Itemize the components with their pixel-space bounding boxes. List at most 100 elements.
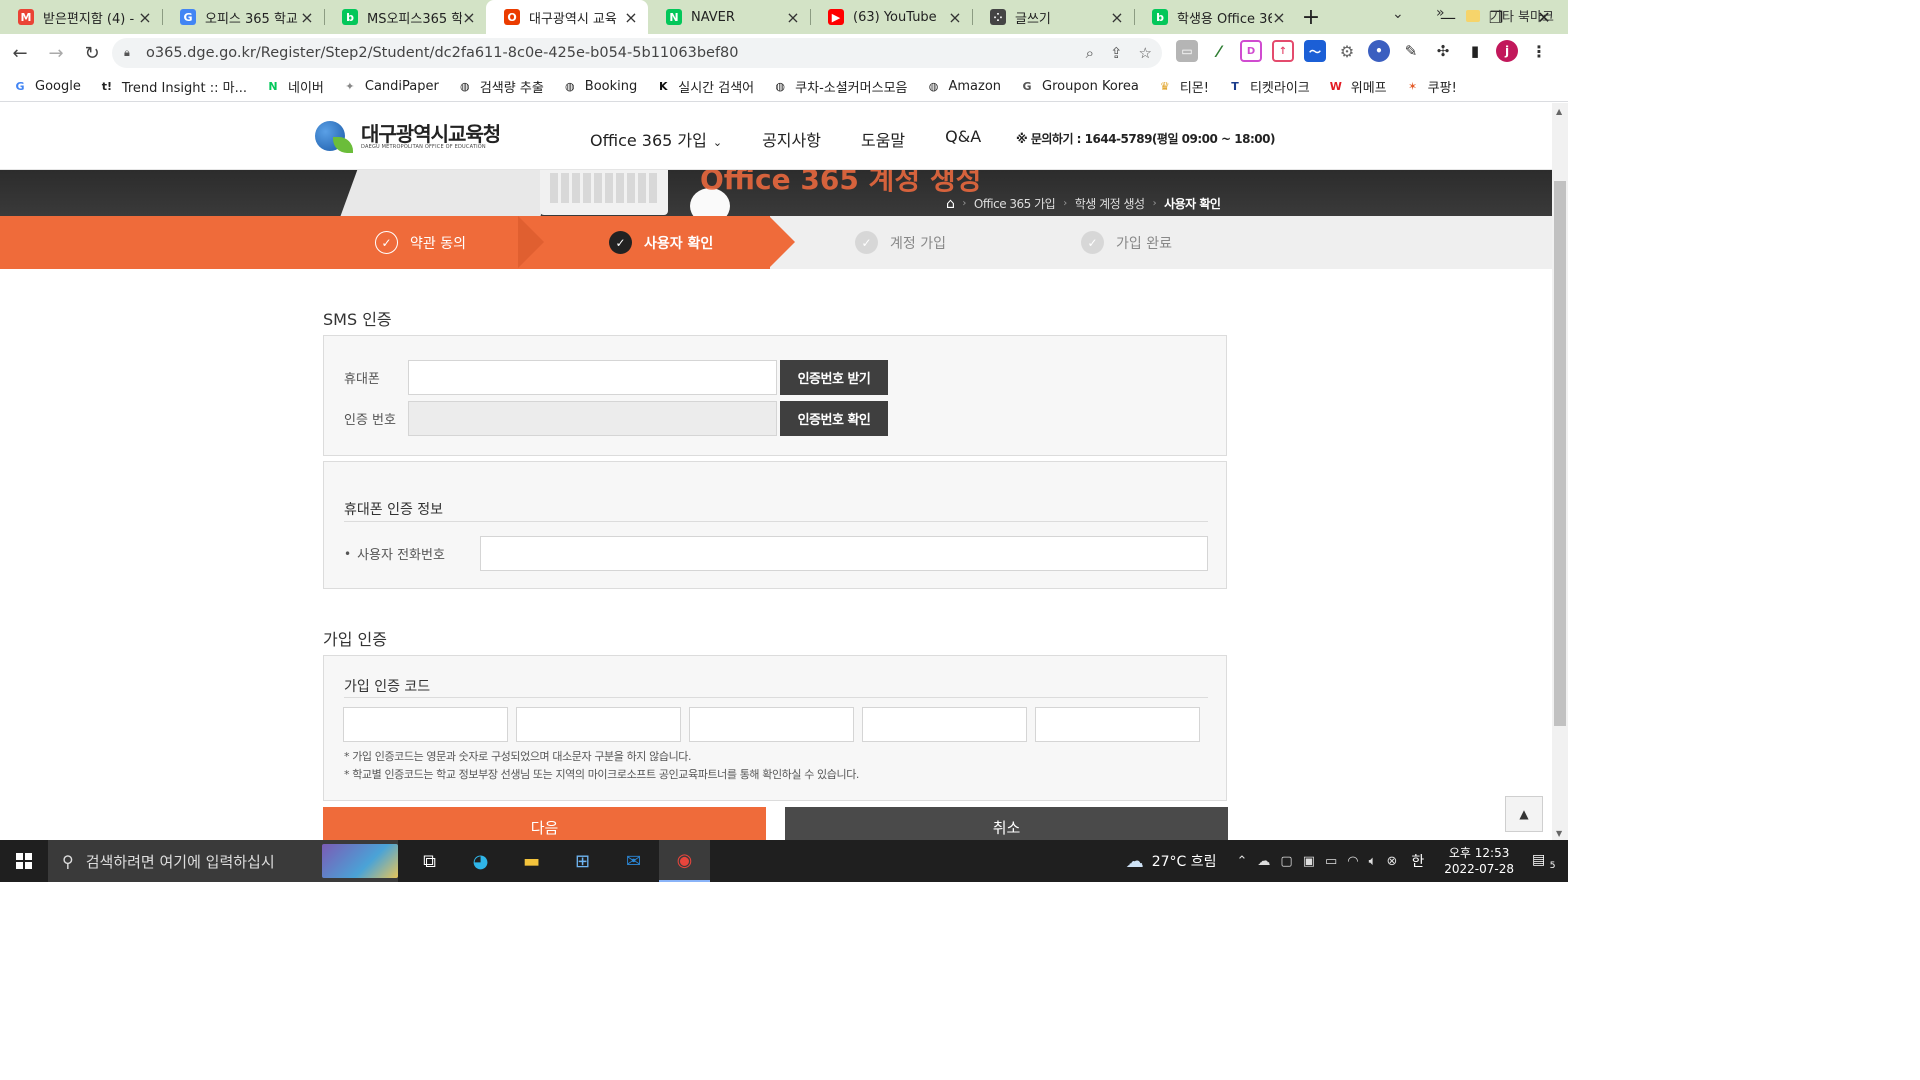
- verify-code-button[interactable]: 인증번호 확인: [780, 401, 888, 436]
- browser-tab[interactable]: ⁘ 글쓰기 ×: [972, 0, 1134, 34]
- start-button[interactable]: [0, 840, 48, 882]
- forward-icon[interactable]: →: [40, 43, 72, 64]
- next-button[interactable]: 다음: [323, 807, 766, 840]
- taskbar-clock[interactable]: 오후 12:53 2022-07-28: [1444, 845, 1514, 877]
- bookmark-item[interactable]: t! Trend Insight :: 마...: [99, 77, 247, 96]
- profile-avatar[interactable]: j: [1496, 40, 1518, 62]
- close-tab-icon[interactable]: ×: [1110, 8, 1124, 27]
- browser-tab[interactable]: O 대구광역시 교육 ×: [486, 0, 648, 34]
- bookmarks-overflow-icon[interactable]: »: [1436, 5, 1445, 21]
- scrollbar-thumb[interactable]: [1554, 181, 1566, 726]
- extension-image-icon[interactable]: ▭: [1176, 40, 1198, 62]
- page-scrollbar[interactable]: ▲ ▼: [1552, 103, 1568, 840]
- extension-pen-icon[interactable]: ⁄: [1208, 40, 1230, 62]
- phone-input[interactable]: [408, 360, 777, 395]
- cancel-button[interactable]: 취소: [785, 807, 1228, 840]
- chrome-icon[interactable]: ◉: [659, 840, 710, 882]
- signup-code-input-1[interactable]: [343, 707, 508, 742]
- url-text[interactable]: o365.dge.go.kr/Register/Step2/Student/dc…: [146, 45, 1086, 61]
- other-bookmarks-folder[interactable]: 기타 북마크: [1466, 6, 1554, 25]
- file-explorer-icon[interactable]: ▬: [506, 840, 557, 882]
- bookmark-item[interactable]: ◍ 검색량 추출: [457, 77, 544, 96]
- bookmark-star-icon[interactable]: ☆: [1139, 44, 1152, 62]
- breadcrumb-item[interactable]: 학생 계정 생성: [1075, 195, 1145, 212]
- scroll-down-arrow-icon[interactable]: ▼: [1556, 829, 1562, 838]
- bookmark-item[interactable]: ◍ Amazon: [926, 79, 1001, 95]
- nav-notices[interactable]: 공지사항: [762, 127, 821, 151]
- breadcrumb-item[interactable]: Office 365 가입: [974, 195, 1056, 212]
- scroll-to-top-button[interactable]: ▲: [1505, 796, 1543, 832]
- wifi-icon[interactable]: ◠: [1347, 854, 1358, 869]
- bookmark-item[interactable]: ✶ 쿠팡!: [1405, 77, 1457, 96]
- display-icon[interactable]: ▣: [1303, 854, 1315, 869]
- close-tab-icon[interactable]: ×: [138, 8, 152, 27]
- home-icon[interactable]: ⌂: [946, 196, 955, 212]
- share-icon[interactable]: ⇪: [1110, 44, 1123, 62]
- ime-indicator[interactable]: 한: [1411, 851, 1424, 871]
- scroll-up-arrow-icon[interactable]: ▲: [1556, 107, 1562, 116]
- nav-help[interactable]: 도움말: [861, 127, 905, 151]
- minimize-icon[interactable]: —: [1424, 0, 1472, 34]
- browser-tab[interactable]: ▶ (63) YouTube ×: [810, 0, 972, 34]
- signup-code-input-5[interactable]: [1035, 707, 1200, 742]
- bookmark-item[interactable]: N 네이버: [265, 77, 324, 96]
- onedrive-icon[interactable]: ☁: [1257, 854, 1270, 869]
- zoom-icon[interactable]: ⌕: [1086, 44, 1094, 62]
- extension-wave-icon[interactable]: 〜: [1304, 40, 1326, 62]
- browser-tab[interactable]: N NAVER ×: [648, 0, 810, 34]
- address-bar[interactable]: 🔒︎ o365.dge.go.kr/Register/Step2/Student…: [112, 38, 1162, 68]
- close-tab-icon[interactable]: ×: [300, 8, 314, 27]
- close-tab-icon[interactable]: ×: [462, 8, 476, 27]
- signup-code-input-3[interactable]: [689, 707, 854, 742]
- user-phone-input[interactable]: [480, 536, 1208, 571]
- mute-icon[interactable]: ⊗: [1386, 854, 1397, 869]
- back-icon[interactable]: ←: [4, 43, 36, 64]
- send-code-button[interactable]: 인증번호 받기: [780, 360, 888, 395]
- edge-icon[interactable]: ◕: [455, 840, 506, 882]
- new-tab-icon[interactable]: +: [1296, 0, 1326, 34]
- browser-tab[interactable]: b MS오피스365 학 ×: [324, 0, 486, 34]
- bookmark-item[interactable]: ✦ CandiPaper: [342, 79, 439, 95]
- close-tab-icon[interactable]: ×: [948, 8, 962, 27]
- signup-code-input-4[interactable]: [862, 707, 1027, 742]
- battery-icon[interactable]: ▭: [1325, 854, 1337, 869]
- close-tab-icon[interactable]: ×: [786, 8, 800, 27]
- menu-kebab-icon[interactable]: ⋮: [1528, 40, 1550, 62]
- extension-d-icon[interactable]: D: [1240, 40, 1262, 62]
- extension-circle-icon[interactable]: •: [1368, 40, 1390, 62]
- bookmark-item[interactable]: ◍ 쿠차-소셜커머스모음: [772, 77, 907, 96]
- site-logo[interactable]: 대구광역시교육청 DAEGU METROPOLITAN OFFICE OF ED…: [313, 119, 501, 155]
- tab-search-icon[interactable]: ⌄: [1392, 6, 1404, 22]
- reload-icon[interactable]: ↻: [76, 43, 108, 64]
- volume-icon[interactable]: 🔈︎: [1369, 854, 1377, 869]
- bookmark-item[interactable]: G Groupon Korea: [1019, 79, 1139, 95]
- nav-qna[interactable]: Q&A: [945, 127, 981, 151]
- browser-tab[interactable]: M 받은편지함 (4) - ×: [0, 0, 162, 34]
- task-view-icon[interactable]: ⧉: [404, 840, 455, 882]
- extension-gear-icon[interactable]: ⚙: [1336, 40, 1358, 62]
- bookmark-item[interactable]: W 위메프: [1328, 77, 1387, 96]
- taskbar-search-box[interactable]: ⚲ 검색하려면 여기에 입력하십시: [48, 840, 398, 882]
- bookmark-item[interactable]: K 실시간 검색어: [655, 77, 754, 96]
- verification-code-input[interactable]: [408, 401, 777, 436]
- signup-code-input-2[interactable]: [516, 707, 681, 742]
- close-tab-icon[interactable]: ×: [1272, 8, 1286, 27]
- browser-tab[interactable]: b 학생용 Office 36 ×: [1134, 0, 1296, 34]
- meet-icon[interactable]: ▢: [1280, 854, 1292, 869]
- bookmark-item[interactable]: T 티켓라이크: [1227, 77, 1310, 96]
- nav-office365-signup[interactable]: Office 365 가입 ⌄: [590, 127, 722, 151]
- extension-highlighter-icon[interactable]: ✎: [1400, 40, 1422, 62]
- weather-widget[interactable]: ☁ 27°C 흐림: [1126, 851, 1217, 872]
- extensions-puzzle-icon[interactable]: ✣: [1432, 40, 1454, 62]
- mail-icon[interactable]: ✉: [608, 840, 659, 882]
- bookmark-item[interactable]: ◍ Booking: [562, 79, 637, 95]
- chevron-up-icon[interactable]: ⌃: [1237, 854, 1248, 869]
- side-panel-icon[interactable]: ▮: [1464, 40, 1486, 62]
- bookmark-item[interactable]: G Google: [12, 79, 80, 95]
- browser-tab[interactable]: G 오피스 365 학교 ×: [162, 0, 324, 34]
- extension-upload-icon[interactable]: ↑: [1272, 40, 1294, 62]
- microsoft-store-icon[interactable]: ⊞: [557, 840, 608, 882]
- bookmark-item[interactable]: ♛ 티몬!: [1157, 77, 1209, 96]
- close-tab-icon[interactable]: ×: [624, 8, 638, 27]
- lock-icon[interactable]: 🔒︎: [124, 46, 138, 60]
